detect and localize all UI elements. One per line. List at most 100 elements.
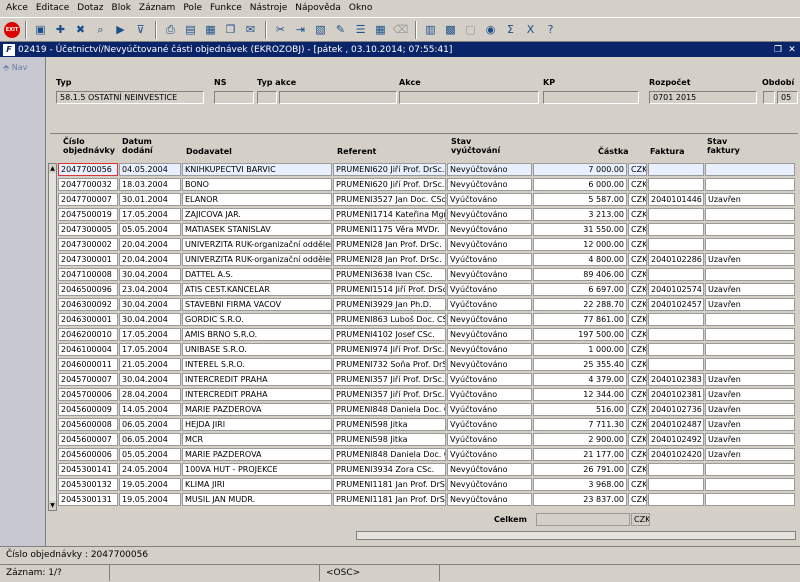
help-icon[interactable]: ? xyxy=(541,20,560,39)
cell-dodavatel[interactable]: MCR xyxy=(182,433,332,446)
email-icon[interactable]: ✉ xyxy=(241,20,260,39)
cell-datum[interactable]: 30.04.2004 xyxy=(119,268,181,281)
cell-mena[interactable]: CZK xyxy=(628,163,647,176)
cell-faktura[interactable]: 2040102420 xyxy=(648,448,704,461)
cell-mena[interactable]: CZK xyxy=(628,373,647,386)
table-row[interactable]: 2046000011 21.05.2004 INTEREL S.R.O. PRUMEN… xyxy=(58,357,798,372)
cell-castka[interactable]: 4 379.00 xyxy=(533,373,627,386)
cell-datum[interactable]: 21.05.2004 xyxy=(119,358,181,371)
cell-referent[interactable]: PRUMENI848 Daniela Doc. CS xyxy=(333,448,446,461)
delete-record-icon[interactable]: ✖ xyxy=(71,20,90,39)
filter-icon[interactable]: ⊽ xyxy=(131,20,150,39)
cell-faktura[interactable] xyxy=(648,268,704,281)
cell-castka[interactable]: 12 000.00 xyxy=(533,238,627,251)
cell-dodavatel[interactable]: UNIVERZITA RUK-organizační oddělení xyxy=(182,253,332,266)
edit-icon[interactable]: ✎ xyxy=(331,20,350,39)
ns-field[interactable] xyxy=(214,91,254,104)
cell-mena[interactable]: CZK xyxy=(628,343,647,356)
cell-stavf[interactable]: Uzavřen xyxy=(705,283,795,296)
cell-cislo[interactable]: 2045700006 xyxy=(58,388,118,401)
cell-cislo[interactable]: 2045600007 xyxy=(58,433,118,446)
cell-referent[interactable]: PRUMENI4102 Josef CSc. xyxy=(333,328,446,341)
cell-dodavatel[interactable]: MUSIL JAN MUDR. xyxy=(182,493,332,506)
cell-stavf[interactable] xyxy=(705,313,795,326)
cell-stavf[interactable] xyxy=(705,343,795,356)
cell-faktura[interactable] xyxy=(648,178,704,191)
obdobi-code-field[interactable] xyxy=(763,91,775,104)
lock-icon[interactable]: ◉ xyxy=(481,20,500,39)
cell-mena[interactable]: CZK xyxy=(628,313,647,326)
cell-faktura[interactable]: 2040102487 xyxy=(648,418,704,431)
cell-castka[interactable]: 22 288.70 xyxy=(533,298,627,311)
cell-stavf[interactable] xyxy=(705,493,795,506)
cell-castka[interactable]: 77 861.00 xyxy=(533,313,627,326)
cell-stav[interactable]: Nevyúčtováno xyxy=(447,208,532,221)
cell-faktura[interactable]: 2040102492 xyxy=(648,433,704,446)
cell-dodavatel[interactable]: MARIE PAZDEROVA xyxy=(182,448,332,461)
cell-dodavatel[interactable]: ELANOR xyxy=(182,193,332,206)
report-icon[interactable]: ▤ xyxy=(181,20,200,39)
table-row[interactable]: 2046300092 30.04.2004 STAVEBNI FIRMA VACOV… xyxy=(58,297,798,312)
cell-stav[interactable]: Nevyúčtováno xyxy=(447,223,532,236)
cell-referent[interactable]: PRUMENI863 Luboš Doc. CSc. xyxy=(333,313,446,326)
cell-cislo[interactable]: 2047700032 xyxy=(58,178,118,191)
cell-dodavatel[interactable]: MATIASEK STANISLAV xyxy=(182,223,332,236)
cell-stav[interactable]: Nevyúčtováno xyxy=(447,493,532,506)
cell-stavf[interactable] xyxy=(705,268,795,281)
cell-referent[interactable]: PRUMENI357 Jiří Prof. DrSc. xyxy=(333,388,446,401)
cell-cislo[interactable]: 2047700056 xyxy=(58,163,118,176)
cell-faktura[interactable] xyxy=(648,208,704,221)
akce-field[interactable] xyxy=(399,91,539,104)
cell-mena[interactable]: CZK xyxy=(628,328,647,341)
cell-datum[interactable]: 05.05.2004 xyxy=(119,448,181,461)
cell-referent[interactable]: PRUMENI28 Jan Prof. DrSc. xyxy=(333,238,446,251)
cell-stav[interactable]: Nevyúčtováno xyxy=(447,163,532,176)
cell-dodavatel[interactable]: ATIS CEST.KANCELAR xyxy=(182,283,332,296)
cell-castka[interactable]: 7 000.00 xyxy=(533,163,627,176)
cell-stav[interactable]: Vyúčtováno xyxy=(447,298,532,311)
cell-referent[interactable]: PRUMENI357 Jiří Prof. DrSc. xyxy=(333,373,446,386)
table-row[interactable]: 2047300005 05.05.2004 MATIASEK STANISLAV PR… xyxy=(58,222,798,237)
rozpocet-field[interactable]: 0701 2015 xyxy=(649,91,757,104)
cell-faktura[interactable] xyxy=(648,238,704,251)
cell-castka[interactable]: 6 000.00 xyxy=(533,178,627,191)
cell-faktura[interactable] xyxy=(648,358,704,371)
cell-datum[interactable]: 30.04.2004 xyxy=(119,313,181,326)
cell-mena[interactable]: CZK xyxy=(628,478,647,491)
form-icon[interactable]: ▢ xyxy=(461,20,480,39)
cell-referent[interactable]: PRUMENI620 Jiří Prof. DrSc. xyxy=(333,178,446,191)
cell-dodavatel[interactable]: MARIE PAZDEROVA xyxy=(182,403,332,416)
cell-castka[interactable]: 6 697.00 xyxy=(533,283,627,296)
cell-referent[interactable]: PRUMENI598 Jitka xyxy=(333,418,446,431)
cell-referent[interactable]: PRUMENI1181 Jan Prof. DrSc. xyxy=(333,478,446,491)
cell-stavf[interactable] xyxy=(705,208,795,221)
cell-cislo[interactable]: 2046200010 xyxy=(58,328,118,341)
cell-stavf[interactable] xyxy=(705,328,795,341)
sum-icon[interactable]: Σ xyxy=(501,20,520,39)
cell-faktura[interactable] xyxy=(648,343,704,356)
cell-stav[interactable]: Vyúčtováno xyxy=(447,253,532,266)
cell-cislo[interactable]: 2045600008 xyxy=(58,418,118,431)
table-row[interactable]: 2046500096 23.04.2004 ATIS CEST.KANCELAR PR… xyxy=(58,282,798,297)
cell-datum[interactable]: 28.04.2004 xyxy=(119,388,181,401)
cell-datum[interactable]: 24.05.2004 xyxy=(119,463,181,476)
table-row[interactable]: 2047300002 20.04.2004 UNIVERZITA RUK-organ… xyxy=(58,237,798,252)
table-row[interactable]: 2047100008 30.04.2004 DATTEL A.S. PRUMENI36… xyxy=(58,267,798,282)
cell-referent[interactable]: PRUMENI848 Daniela Doc. CS xyxy=(333,403,446,416)
cell-cislo[interactable]: 2046300001 xyxy=(58,313,118,326)
table-row[interactable]: 2045600006 05.05.2004 MARIE PAZDEROVA PRUME… xyxy=(58,447,798,462)
cell-faktura[interactable]: 2040101446 xyxy=(648,193,704,206)
cell-stav[interactable]: Nevyúčtováno xyxy=(447,358,532,371)
cell-faktura[interactable] xyxy=(648,223,704,236)
cell-stavf[interactable]: Uzavřen xyxy=(705,418,795,431)
menu-item[interactable]: Okno xyxy=(345,0,377,17)
menu-item[interactable]: Pole xyxy=(179,0,206,17)
table-row[interactable]: 2046300001 30.04.2004 GORDIC S.R.O. PRUMENI… xyxy=(58,312,798,327)
cell-castka[interactable]: 2 900.00 xyxy=(533,433,627,446)
cell-dodavatel[interactable]: GORDIC S.R.O. xyxy=(182,313,332,326)
cell-stavf[interactable] xyxy=(705,223,795,236)
cell-stavf[interactable] xyxy=(705,463,795,476)
cell-datum[interactable]: 06.05.2004 xyxy=(119,418,181,431)
table-icon[interactable]: ▦ xyxy=(371,20,390,39)
cell-stavf[interactable] xyxy=(705,478,795,491)
